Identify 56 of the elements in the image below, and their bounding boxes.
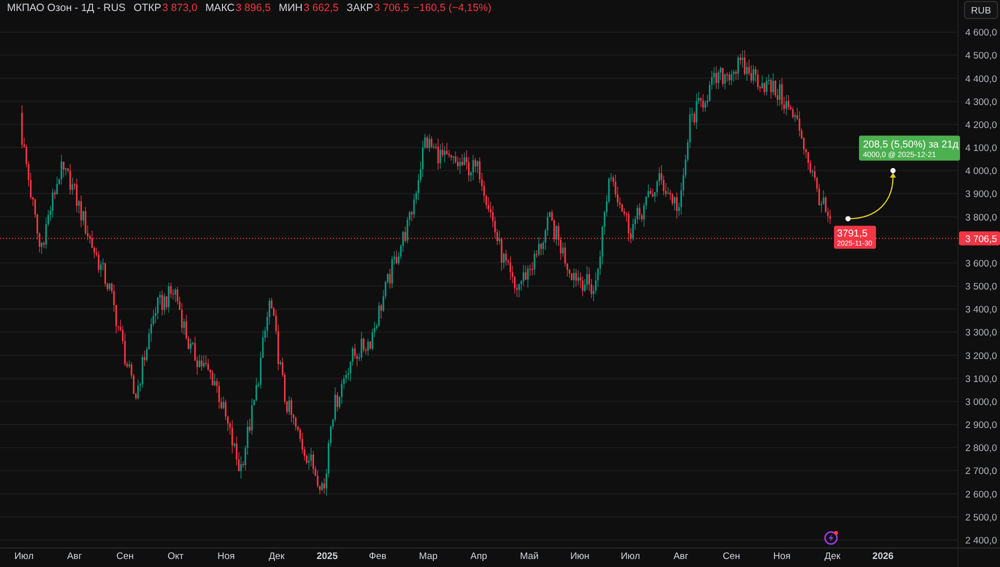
time-tick: Май (520, 551, 539, 562)
field-label: МИН (278, 2, 303, 14)
time-tick: 2025 (316, 551, 338, 562)
price-tick: 3 200,0 (965, 350, 997, 362)
price-tick: 4 100,0 (965, 143, 997, 154)
time-tick: Дек (824, 551, 840, 562)
time-tick: Авг (673, 551, 688, 562)
price-tick: 2 500,0 (965, 512, 997, 524)
price-tick: 4 500,0 (965, 50, 997, 62)
time-tick: Сен (116, 551, 134, 562)
field-label: МАКС (205, 2, 235, 14)
price-tick: 4 600,0 (965, 28, 997, 39)
price-tick: 2 800,0 (965, 443, 997, 454)
price-tick: 2 600,0 (965, 489, 997, 500)
price-tick: 2 700,0 (965, 466, 997, 478)
field-value: 3 706,5 (374, 2, 410, 14)
price-tick: 3 300,0 (965, 328, 997, 339)
time-tick: Июн (570, 551, 590, 562)
time-tick: Мар (418, 551, 438, 562)
field-value: 3 662,5 (304, 2, 339, 14)
time-tick: Дек (268, 551, 285, 562)
anchor-point[interactable] (890, 168, 896, 174)
field-label: ОТКР (134, 2, 162, 14)
price-tick: 4 200,0 (965, 120, 997, 131)
time-tick: Апр (470, 551, 488, 562)
symbol-title: МКПАО Озон - 1Д - RUS (7, 2, 126, 14)
forecast-curve (848, 172, 896, 220)
time-tick: Фев (368, 551, 386, 562)
time-tick: Июл (620, 551, 640, 562)
time-tick: Ноя (217, 551, 235, 562)
price-tick: 3 000,0 (965, 396, 997, 408)
field-label: ЗАКР (346, 2, 374, 14)
price-tick: 2 900,0 (965, 420, 997, 431)
price-tick: 4 000,0 (965, 166, 997, 178)
price-tick: 4 300,0 (965, 96, 997, 108)
lightning-icon[interactable] (824, 531, 838, 545)
price-change: −160,5 (−4,15%) (413, 2, 492, 14)
time-tick: Ноя (773, 551, 791, 562)
currency-button[interactable]: RUB (964, 1, 998, 19)
price-tick: 3 600,0 (965, 258, 997, 270)
time-tick: Окт (168, 551, 184, 562)
price-tick: 3 500,0 (965, 282, 997, 292)
price-tick: 3 800,0 (965, 212, 997, 224)
time-tick: Авг (67, 551, 82, 562)
price-tick: 3 900,0 (965, 189, 997, 200)
price-tick: 4 400,0 (965, 74, 997, 85)
price-tick: 3 400,0 (965, 304, 997, 316)
price-tick: 3 100,0 (965, 374, 997, 385)
time-tick: 2026 (872, 551, 894, 562)
field-value: 3 873,0 (162, 2, 198, 14)
field-value: 3 896,5 (236, 2, 271, 14)
price-tick: 2 400,0 (965, 535, 997, 546)
price-label: 3 706,5 (959, 231, 1000, 246)
time-tick: Июл (14, 551, 34, 562)
anchor-point[interactable] (845, 216, 851, 222)
time-tick: Сен (722, 551, 740, 562)
